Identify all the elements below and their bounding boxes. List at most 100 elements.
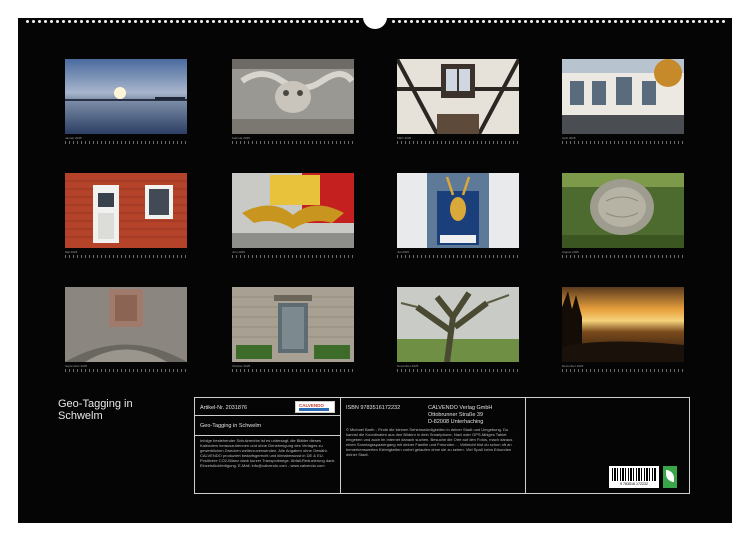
binding-hole <box>476 20 479 23</box>
binding-hole <box>698 20 701 23</box>
binding-hole <box>230 20 233 23</box>
binding-hole <box>704 20 707 23</box>
binding-hole <box>656 20 659 23</box>
binding-hole <box>332 20 335 23</box>
binding-hole <box>632 20 635 23</box>
publisher-line-3: D-82008 Unterhaching <box>428 419 484 425</box>
divider <box>525 398 526 493</box>
binding-hole <box>254 20 257 23</box>
binding-hole <box>422 20 425 23</box>
binding-hole <box>326 20 329 23</box>
binding-hole <box>320 20 323 23</box>
day-grid-2 <box>232 141 354 144</box>
month-caption-3: März 2025 <box>397 136 412 140</box>
binding-hole <box>224 20 227 23</box>
binding-hole <box>560 20 563 23</box>
binding-hole <box>260 20 263 23</box>
day-grid-3 <box>397 141 519 144</box>
binding-hole <box>650 20 653 23</box>
binding-hole <box>248 20 251 23</box>
binding-hole <box>512 20 515 23</box>
day-grid-6 <box>232 255 354 258</box>
calendar-title: Geo-Tagging in Schwelm <box>58 398 133 422</box>
day-grid-9 <box>65 369 187 372</box>
binding-hole <box>638 20 641 23</box>
binding-hole <box>152 20 155 23</box>
month-photo-4 <box>562 59 684 134</box>
binding-hole <box>452 20 455 23</box>
month-caption-10: Oktober 2025 <box>232 364 251 368</box>
binding-hole <box>464 20 467 23</box>
binding-hole <box>170 20 173 23</box>
binding-hole <box>338 20 341 23</box>
binding-hole <box>80 20 83 23</box>
binding-hole <box>398 20 401 23</box>
binding-hole <box>608 20 611 23</box>
month-caption-2: Februar 2025 <box>232 136 251 140</box>
binding-hole <box>98 20 101 23</box>
product-info-box: Artikel-Nr. 2031876 CALVENDO Geo-Tagging… <box>194 397 690 494</box>
divider <box>195 435 340 436</box>
binding-hole <box>290 20 293 23</box>
binding-hole <box>506 20 509 23</box>
binding-hole <box>194 20 197 23</box>
binding-hole <box>434 20 437 23</box>
day-grid-5 <box>65 255 187 258</box>
binding-hole <box>710 20 713 23</box>
binding-hole <box>410 20 413 23</box>
binding-hole <box>428 20 431 23</box>
binding-hole <box>458 20 461 23</box>
binding-hole <box>272 20 275 23</box>
publisher-line-2: Ottobrunner Straße 39 <box>428 412 484 418</box>
isbn-barcode: 9 783516 172232 <box>609 466 659 488</box>
day-grid-1 <box>65 141 187 144</box>
barcode-number: 9 783516 172232 <box>620 482 648 486</box>
binding-hole <box>86 20 89 23</box>
binding-hole <box>602 20 605 23</box>
binding-hole <box>626 20 629 23</box>
barcode-bars <box>612 468 656 481</box>
binding-hole <box>182 20 185 23</box>
binding-hole <box>116 20 119 23</box>
binding-hole <box>662 20 665 23</box>
binding-hole <box>530 20 533 23</box>
binding-hole <box>164 20 167 23</box>
binding-hole <box>302 20 305 23</box>
binding-hole <box>500 20 503 23</box>
article-number: Artikel-Nr. 2031876 <box>200 405 248 411</box>
isbn: ISBN 9783516172232 <box>346 405 401 411</box>
eco-label-icon <box>663 466 677 488</box>
binding-hole <box>278 20 281 23</box>
binding-hole <box>566 20 569 23</box>
binding-hole <box>404 20 407 23</box>
binding-hole <box>212 20 215 23</box>
binding-hole <box>140 20 143 23</box>
binding-hole <box>38 20 41 23</box>
spiral-binding <box>18 17 732 29</box>
binding-hole <box>32 20 35 23</box>
month-photo-5 <box>65 173 187 248</box>
binding-hole <box>284 20 287 23</box>
month-caption-5: Mai 2025 <box>65 250 78 254</box>
binding-hole <box>62 20 65 23</box>
publisher-line-1: CALVENDO Verlag GmbH <box>428 405 493 411</box>
day-grid-11 <box>397 369 519 372</box>
binding-hole <box>344 20 347 23</box>
binding-hole <box>392 20 395 23</box>
binding-hole <box>482 20 485 23</box>
month-photo-7 <box>397 173 519 248</box>
binding-hole <box>716 20 719 23</box>
binding-hole <box>308 20 311 23</box>
binding-hole <box>176 20 179 23</box>
binding-hole <box>674 20 677 23</box>
divider <box>195 415 340 416</box>
month-photo-8 <box>562 173 684 248</box>
month-photo-9 <box>65 287 187 362</box>
binding-hole <box>206 20 209 23</box>
day-grid-7 <box>397 255 519 258</box>
binding-hole <box>104 20 107 23</box>
binding-hole <box>68 20 71 23</box>
binding-hole <box>590 20 593 23</box>
binding-hole <box>692 20 695 23</box>
month-caption-11: November 2025 <box>397 364 419 368</box>
